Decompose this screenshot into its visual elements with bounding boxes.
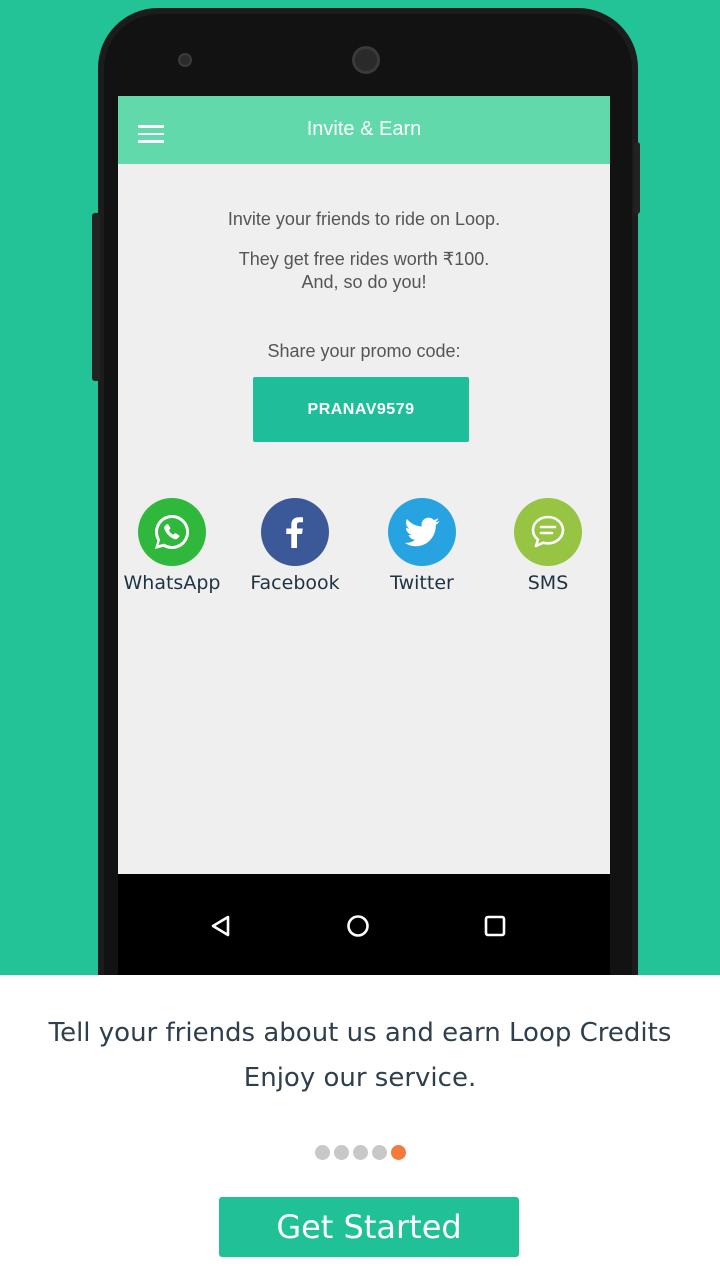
sms-label: SMS	[527, 572, 569, 594]
home-icon[interactable]	[346, 914, 370, 942]
page-dot	[371, 1145, 387, 1160]
phone-screen: Invite & Earn Invite your friends to rid…	[118, 96, 610, 874]
whatsapp-icon	[138, 498, 206, 566]
promo-code-button[interactable]: PRANAV9579	[253, 377, 469, 442]
page-dot	[333, 1145, 349, 1160]
recents-icon[interactable]	[484, 914, 506, 942]
phone-side-button	[92, 213, 100, 381]
front-camera	[178, 53, 192, 67]
facebook-icon	[261, 498, 329, 566]
reward-text-2: And, so do you!	[301, 272, 427, 292]
app-bar: Invite & Earn	[118, 96, 610, 164]
share-whatsapp[interactable]: WhatsApp	[118, 498, 232, 594]
onboarding-subcaption: Enjoy our service.	[243, 1063, 477, 1093]
sms-icon	[514, 498, 582, 566]
reward-text: They get free rides worth ₹100.	[238, 249, 490, 269]
earpiece-speaker	[352, 46, 380, 74]
whatsapp-label: WhatsApp	[123, 572, 221, 594]
page-dot-active	[390, 1145, 406, 1160]
invite-text: Invite your friends to ride on Loop.	[227, 209, 501, 229]
facebook-label: Facebook	[250, 572, 340, 594]
twitter-icon	[388, 498, 456, 566]
back-icon[interactable]	[209, 914, 231, 942]
get-started-button[interactable]: Get Started	[219, 1197, 519, 1257]
onboarding-caption: Tell your friends about us and earn Loop…	[48, 1018, 672, 1048]
share-prompt: Share your promo code:	[267, 341, 461, 361]
app-bar-title: Invite & Earn	[306, 118, 422, 140]
phone-power-button	[634, 142, 640, 214]
twitter-label: Twitter	[390, 572, 454, 594]
share-twitter[interactable]: Twitter	[362, 498, 482, 594]
page-indicator	[0, 1145, 720, 1164]
page-dot	[352, 1145, 368, 1160]
share-sms[interactable]: SMS	[488, 498, 608, 594]
share-facebook[interactable]: Facebook	[235, 498, 355, 594]
page-dot	[314, 1145, 330, 1160]
hero-background: Invite & Earn Invite your friends to rid…	[0, 0, 720, 975]
android-nav-bar	[118, 874, 610, 975]
